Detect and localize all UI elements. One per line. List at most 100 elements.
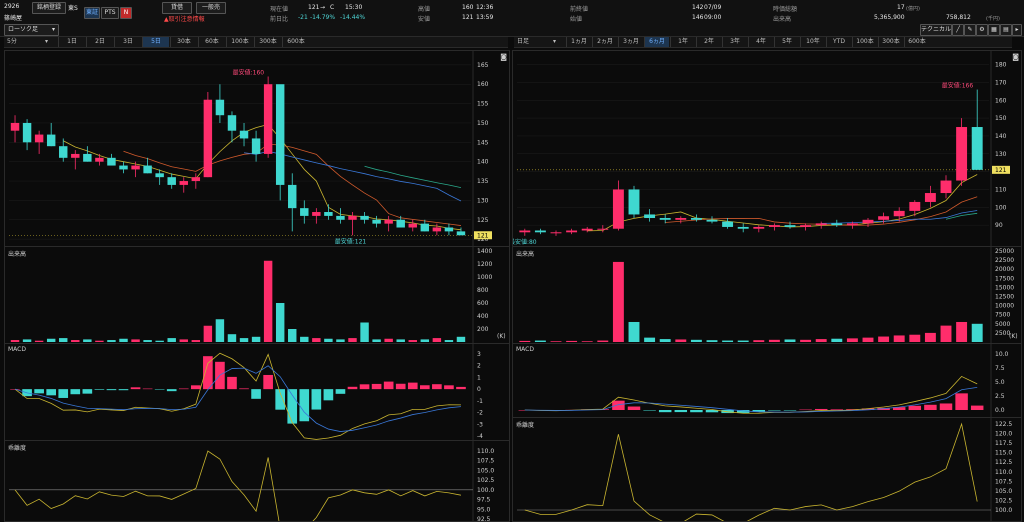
left-tab-3d[interactable]: 3日 [114,37,141,47]
lp-svg-tick-label: 150 [477,120,489,127]
volume-bar [360,322,369,342]
lv-svg-tick-label: 800 [477,287,489,294]
volume-bar [191,340,201,342]
grid-icon[interactable]: ▦ [988,24,1000,36]
n-badge[interactable]: N [120,7,132,19]
right-tab-2y[interactable]: 2年 [696,37,721,47]
left-price-panel[interactable]: 165 160 155 150 145 140 135 130 125 120 最安値:160 最安値… [4,50,510,248]
volume-bar [800,339,812,342]
lb-svg-tick-label: 97.5 [477,497,491,504]
left-macd-panel[interactable]: 3 2 1 0 -1 -2 -3 -4 MACD [4,343,510,442]
candle-body [22,122,32,143]
candle-body [300,208,309,216]
settings-icon[interactable]: ⚙ [976,24,988,36]
left-tab-1d[interactable]: 1日 [58,37,85,47]
volume-bar [784,339,796,342]
technical-button[interactable]: テクニカル [920,24,952,36]
left-tab-600[interactable]: 600本 [282,37,309,47]
left-tab-5d[interactable]: 5日 [142,37,169,47]
lp-svg-tick-label: 125 [477,217,489,224]
rv-svg-tick-label: 20000 [995,266,1014,273]
market-tab-pts[interactable]: PTS [101,7,119,19]
macd-histogram-bar [190,385,201,390]
macd-histogram-bar [395,383,406,390]
volume-bar [581,341,593,342]
right-tab-100[interactable]: 100本 [852,37,877,47]
current-price-box-label: 121 [477,232,489,239]
layout-icon[interactable]: ▤ [1000,24,1012,36]
volume-bar [878,336,890,342]
left-bias-panel[interactable]: 110.0 107.5 105.0 102.5 100.0 97.5 95.0 92.5 乖離… [4,440,510,522]
volume-bar [519,340,531,342]
right-interval-select[interactable]: 日足 ▾ [514,37,559,47]
macd-histogram-bar [239,388,249,390]
left-tab-100[interactable]: 100本 [226,37,253,47]
left-tab-300[interactable]: 300本 [254,37,281,47]
lm-svg-tick-label: -3 [477,421,483,428]
bias-line [14,450,462,521]
left-bias-chart: 110.0 107.5 105.0 102.5 100.0 97.5 95.0 92.5 [9,441,494,521]
right-macd-panel[interactable]: 10.0 7.5 5.0 2.5 0.0 MACD [512,343,1022,419]
volume-bar [846,338,858,342]
rb-svg-tick-label: 115.0 [995,450,1012,457]
volume-bar [203,325,213,342]
rb-svg-tick-label: 110.0 [995,469,1012,476]
right-tab-2m[interactable]: 2ヵ月 [592,37,617,47]
draw-line-icon[interactable]: ╱ [952,24,964,36]
rb-svg-tick-label: 122.5 [995,421,1012,428]
left-tab-2d[interactable]: 2日 [86,37,113,47]
rp-svg-tick-label: 90 [995,222,1003,229]
volume-bar [690,339,702,342]
camera-icon[interactable]: ◙ [1012,53,1019,61]
register-button[interactable]: 銘柄登録 [32,2,66,14]
right-tab-5y[interactable]: 5年 [774,37,799,47]
macd-histogram-bar [34,389,44,394]
right-tab-3m[interactable]: 3ヵ月 [618,37,643,47]
draw-tools-icon[interactable]: ✎ [964,24,976,36]
rv-svg-tick-label: 15000 [995,284,1014,291]
right-bias-panel[interactable]: 122.5 120.0 117.5 115.0 112.5 110.0 107.5 105.0… [512,417,1022,522]
right-tab-600[interactable]: 600本 [904,37,929,47]
left-tab-30[interactable]: 30本 [170,37,197,47]
right-tab-300[interactable]: 300本 [878,37,903,47]
more-icon[interactable]: ▸ [1012,24,1022,36]
right-tab-1y[interactable]: 1年 [670,37,695,47]
volume-bar [893,335,905,342]
macd-histogram-bar [178,388,189,390]
right-bias-title: 乖離度 [516,422,535,429]
macd-histogram-bar [70,389,81,395]
right-tab-3y[interactable]: 3年 [722,37,747,47]
lp-svg-tick-label: 155 [477,101,489,108]
right-tab-4y[interactable]: 4年 [748,37,773,47]
right-price-panel[interactable]: 18017016015014013012011010090最安値:166最安値:… [512,50,1022,248]
right-volume-panel[interactable]: 25000 22500 20000 17500 15000 12500 10000 7500 5… [512,246,1022,345]
prev-close: 142 [692,4,704,11]
volume-bar [444,340,454,342]
market-tab-tse[interactable]: 東証 [84,7,100,19]
left-volume-panel[interactable]: 1400 1200 1000 800 600 400 200 出来高 (K) [4,246,510,345]
candle-body [396,219,405,228]
right-tab-6m[interactable]: 6ヵ月 [644,37,669,47]
current-price: 121 [308,4,320,11]
rp-svg-tick-label: 170 [995,79,1007,86]
candle-body [83,153,92,162]
volume-bar [408,340,417,342]
candle-body [722,221,734,227]
camera-icon[interactable]: ◙ [500,53,507,61]
left-interval-select[interactable]: 5分 ▾ [4,37,51,47]
candle-body [675,218,687,220]
macd-histogram-bar [347,386,358,390]
volume-bar [909,334,921,342]
candle-body [348,215,357,220]
macd-histogram-bar [768,410,781,411]
right-tab-10y[interactable]: 10年 [800,37,825,47]
rv-svg-tick-label: 7500 [995,312,1010,319]
right-tab-1m[interactable]: 1ヵ月 [566,37,591,47]
warning-text[interactable]: ▲取引注意情報 [164,14,205,23]
right-tab-ytd[interactable]: YTD [826,37,851,47]
chart-type-select[interactable]: ローソク足 ▾ [4,24,59,36]
left-tab-60[interactable]: 60本 [198,37,225,47]
stock-code: 2926 [4,3,20,10]
candle-body [59,146,68,158]
volume-bar [420,339,430,342]
